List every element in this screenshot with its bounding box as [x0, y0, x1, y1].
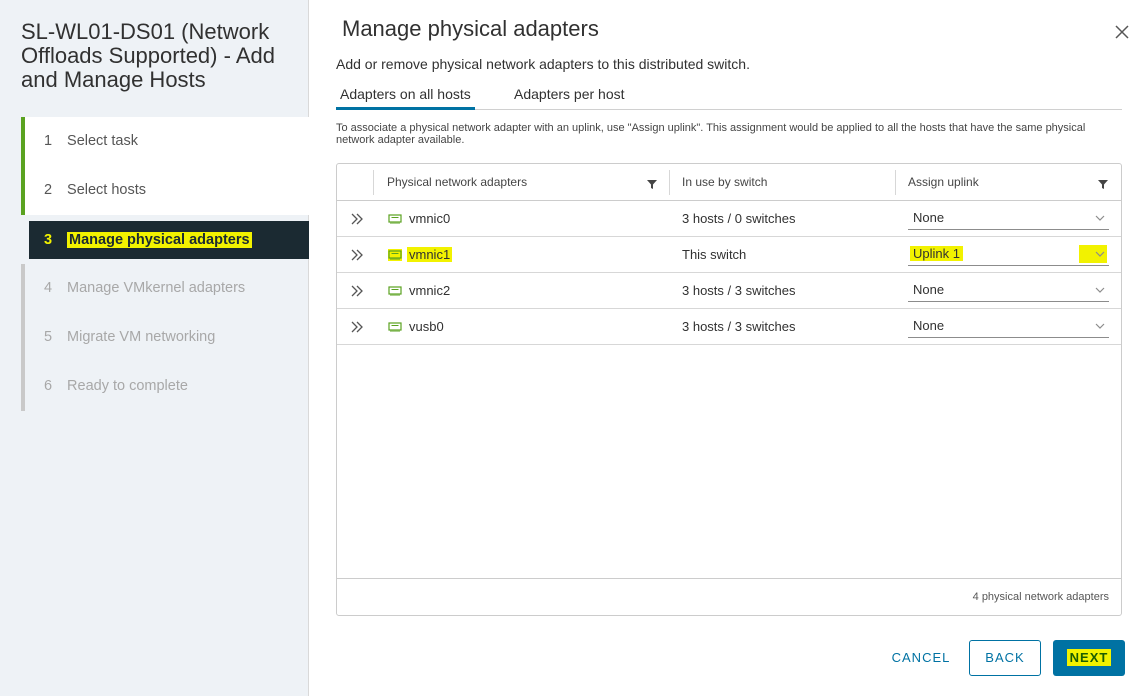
column-separator — [669, 170, 670, 195]
wizard-sidebar: SL-WL01-DS01 (Network Offloads Supported… — [0, 0, 309, 696]
network-adapter-icon — [388, 214, 402, 224]
filter-icon[interactable] — [1097, 178, 1109, 190]
next-button-label: NEXT — [1066, 649, 1112, 666]
table-row[interactable]: vmnic2 3 hosts / 3 switches None — [337, 273, 1121, 309]
assign-uplink-select[interactable]: None — [908, 314, 1109, 338]
chevron-down-icon — [1095, 215, 1105, 221]
next-button[interactable]: NEXT — [1053, 640, 1125, 676]
column-separator — [373, 170, 374, 195]
uplink-value: None — [913, 282, 945, 297]
step-number: 5 — [44, 329, 53, 345]
expand-icon[interactable] — [349, 319, 365, 335]
in-use-value: 3 hosts / 3 switches — [682, 319, 796, 334]
step-number: 4 — [44, 280, 53, 296]
close-button[interactable] — [1112, 22, 1132, 42]
datagrid-footer: 4 physical network adapters — [337, 578, 1121, 615]
expand-icon[interactable] — [349, 247, 365, 263]
step-label: Migrate VM networking — [67, 329, 216, 345]
assign-uplink-select[interactable]: None — [908, 278, 1109, 302]
step-ready-to-complete: 6 Ready to complete — [21, 362, 309, 411]
network-adapter-icon — [388, 322, 402, 332]
assign-uplink-select[interactable]: None — [908, 206, 1109, 230]
hint-text: To associate a physical network adapter … — [336, 122, 1086, 146]
step-number: 1 — [44, 133, 53, 149]
column-separator — [895, 170, 896, 195]
tab-adapters-per-host[interactable]: Adapters per host — [510, 86, 629, 110]
step-manage-vmkernel-adapters: 4 Manage VMkernel adapters — [21, 264, 309, 313]
chevron-down-icon — [1095, 323, 1105, 329]
uplink-value: Uplink 1 — [910, 246, 963, 261]
column-header-adapters[interactable]: Physical network adapters — [387, 164, 527, 201]
close-icon — [1115, 25, 1129, 39]
expand-icon[interactable] — [349, 283, 365, 299]
tab-adapters-on-all-hosts[interactable]: Adapters on all hosts — [336, 86, 475, 110]
step-number: 2 — [44, 182, 53, 198]
cancel-button[interactable]: CANCEL — [884, 640, 958, 676]
wizard-steps: 1 Select task 2 Select hosts 3 Manage ph… — [21, 117, 309, 411]
back-button[interactable]: BACK — [969, 640, 1041, 676]
step-label: Manage physical adapters — [67, 232, 252, 248]
expand-icon[interactable] — [349, 211, 365, 227]
step-label: Ready to complete — [67, 378, 188, 394]
in-use-value: 3 hosts / 0 switches — [682, 211, 796, 226]
step-label: Select hosts — [67, 182, 147, 198]
wizard-title: SL-WL01-DS01 (Network Offloads Supported… — [21, 19, 275, 92]
table-row[interactable]: vmnic0 3 hosts / 0 switches None — [337, 201, 1121, 237]
column-header-assign-uplink[interactable]: Assign uplink — [908, 164, 979, 201]
in-use-value: 3 hosts / 3 switches — [682, 283, 796, 298]
adapter-name: vmnic2 — [409, 283, 451, 298]
step-label: Manage VMkernel adapters — [67, 280, 246, 296]
adapters-datagrid: Physical network adapters In use by swit… — [336, 163, 1122, 616]
step-number: 3 — [44, 232, 53, 248]
datagrid-header: Physical network adapters In use by swit… — [337, 164, 1121, 201]
step-label: Select task — [67, 133, 138, 149]
adapter-name: vusb0 — [409, 319, 444, 334]
step-number: 6 — [44, 378, 53, 394]
uplink-value: None — [913, 318, 945, 333]
tab-bar: Adapters on all hosts Adapters per host — [336, 82, 1122, 110]
step-select-task[interactable]: 1 Select task — [21, 117, 309, 166]
filter-icon[interactable] — [646, 178, 658, 190]
chevron-down-icon — [1095, 251, 1105, 257]
network-adapter-icon — [388, 286, 402, 296]
step-manage-physical-adapters[interactable]: 3 Manage physical adapters — [29, 221, 309, 259]
chevron-down-icon — [1095, 287, 1105, 293]
adapter-count: 4 physical network adapters — [972, 591, 1109, 603]
column-header-in-use[interactable]: In use by switch — [682, 164, 767, 201]
assign-uplink-select[interactable]: Uplink 1 — [908, 242, 1109, 266]
table-row[interactable]: vusb0 3 hosts / 3 switches None — [337, 309, 1121, 345]
network-adapter-icon — [388, 249, 402, 261]
uplink-value: None — [913, 210, 945, 225]
step-migrate-vm-networking: 5 Migrate VM networking — [21, 313, 309, 362]
dialog-subtitle: Add or remove physical network adapters … — [336, 56, 750, 72]
step-select-hosts[interactable]: 2 Select hosts — [21, 166, 309, 215]
table-row[interactable]: vmnic1 This switch Uplink 1 — [337, 237, 1121, 273]
adapter-name: vmnic1 — [407, 247, 453, 262]
in-use-value: This switch — [682, 247, 747, 262]
dialog-title: Manage physical adapters — [342, 16, 599, 41]
adapter-name: vmnic0 — [409, 211, 451, 226]
